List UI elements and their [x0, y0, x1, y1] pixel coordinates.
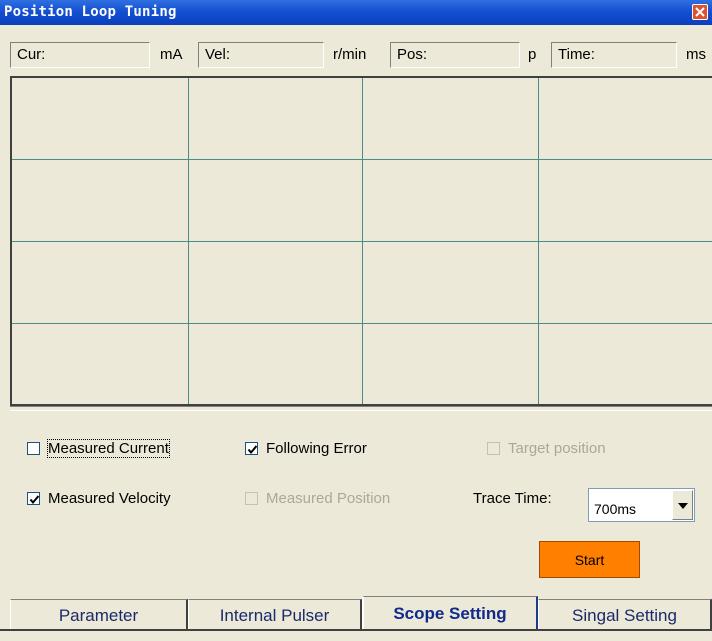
following-error-checkbox[interactable]: Following Error [245, 440, 367, 457]
target-position-checkbox[interactable]: Target position [487, 440, 606, 457]
scope-display [10, 76, 712, 406]
position-label: Pos: [397, 46, 428, 63]
measured-position-box[interactable] [245, 492, 258, 505]
scope-grid [12, 78, 712, 404]
close-icon [695, 7, 705, 17]
tab-strip-baseline [0, 629, 712, 631]
readout-bar: Cur: mA Vel: r/min Pos: p Time: ms [10, 42, 712, 68]
tab-internal-pulser[interactable]: Internal Pulser [188, 599, 362, 629]
following-error-box[interactable] [245, 442, 258, 455]
trace-time-value: 700ms [594, 501, 637, 517]
time-unit: ms [686, 46, 706, 63]
following-error-label: Following Error [266, 440, 367, 457]
measured-velocity-box[interactable] [27, 492, 40, 505]
checkmark-icon [247, 445, 258, 455]
velocity-unit: r/min [333, 46, 367, 63]
measured-current-checkbox[interactable]: Measured Current [27, 439, 170, 458]
tab-scope-setting[interactable]: Scope Setting [362, 596, 538, 630]
target-position-box[interactable] [487, 442, 500, 455]
tab-singal-setting[interactable]: Singal Setting [538, 599, 712, 629]
tab-strip: Parameter Internal Pulser Scope Setting … [0, 596, 712, 630]
measured-current-box[interactable] [27, 442, 40, 455]
tab-parameter[interactable]: Parameter [10, 599, 188, 629]
measured-position-checkbox[interactable]: Measured Position [245, 490, 390, 507]
position-unit: p [528, 46, 537, 63]
trace-time-label: Trace Time: [473, 490, 552, 507]
current-label: Cur: [17, 46, 46, 63]
velocity-label: Vel: [205, 46, 231, 63]
measured-position-label: Measured Position [266, 490, 391, 507]
measured-current-label: Measured Current [47, 439, 170, 458]
time-readout: Time: [551, 42, 677, 68]
current-unit: mA [160, 46, 183, 63]
current-readout: Cur: [10, 42, 150, 68]
target-position-label: Target position [508, 440, 606, 457]
measured-velocity-label: Measured Velocity [48, 490, 171, 507]
velocity-readout: Vel: [198, 42, 324, 68]
title-bar: Position Loop Tuning [0, 0, 712, 25]
window-title: Position Loop Tuning [4, 4, 177, 20]
checkmark-icon [29, 495, 40, 505]
trace-time-dropdown[interactable]: 700ms [588, 488, 695, 522]
measured-velocity-checkbox[interactable]: Measured Velocity [27, 490, 171, 507]
time-label: Time: [558, 46, 595, 63]
start-button[interactable]: Start [539, 541, 640, 578]
chevron-down-icon [678, 503, 688, 509]
panel-divider [10, 406, 712, 411]
position-readout: Pos: [390, 42, 520, 68]
dropdown-button[interactable] [672, 490, 693, 520]
close-button[interactable] [692, 4, 708, 20]
